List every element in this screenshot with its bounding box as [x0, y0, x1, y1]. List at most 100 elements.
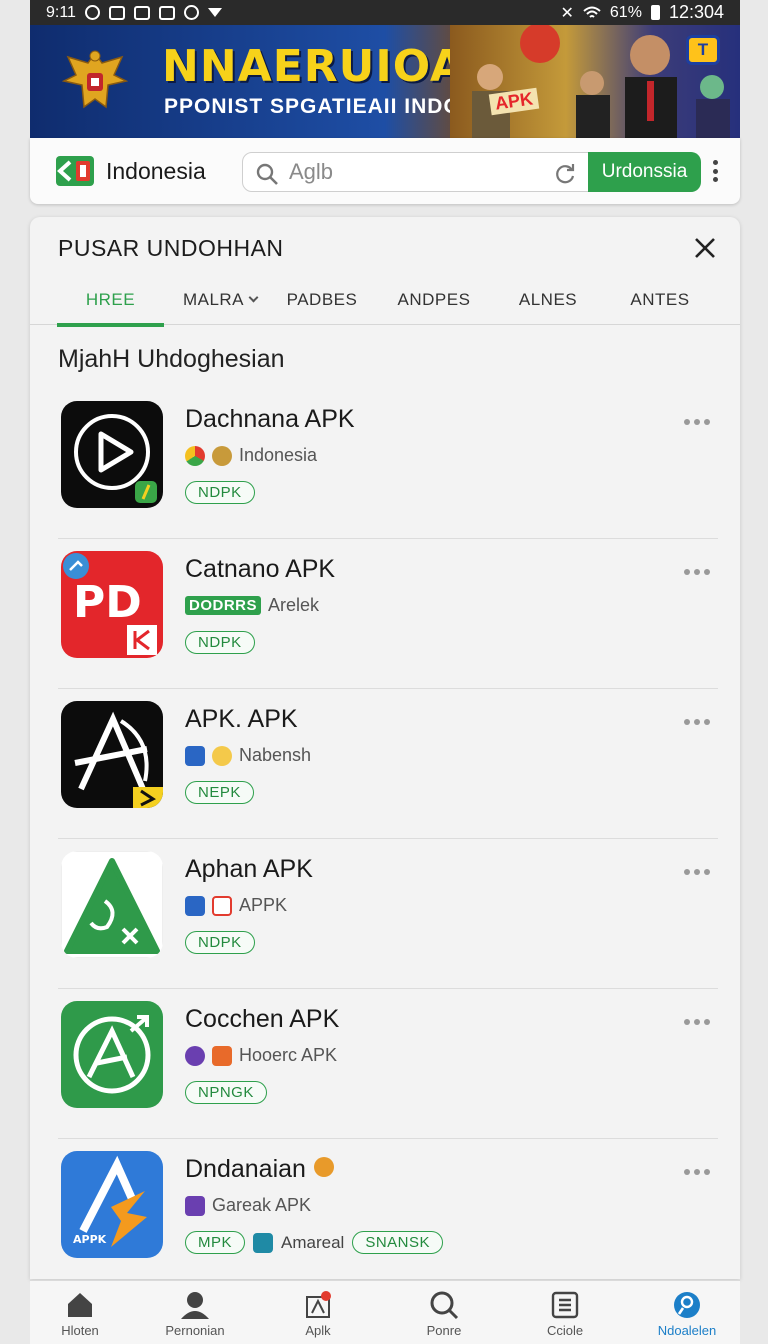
flag-icon — [212, 895, 232, 916]
search-box[interactable]: Urdonssia — [242, 151, 701, 192]
svg-text:PD: PD — [73, 577, 142, 628]
wifi-icon — [583, 6, 601, 18]
status-time: 9:11 — [46, 3, 76, 21]
brand-label: Indonesia — [106, 157, 206, 184]
tab-antes[interactable]: ANTES — [610, 275, 710, 325]
app-name: Dachnana APK — [185, 405, 355, 433]
more-options-icon[interactable] — [710, 160, 720, 182]
nav-search[interactable]: Ponre — [394, 1289, 494, 1344]
tab-label: MALRA — [182, 290, 245, 309]
triangle-app-icon — [61, 851, 163, 958]
nav-label: Pernonian — [165, 1323, 225, 1338]
nav-label: Ponre — [426, 1323, 462, 1338]
battery-icon — [650, 5, 660, 20]
tab-hree[interactable]: HREE — [57, 275, 164, 327]
grid-icon — [551, 1291, 579, 1319]
app-name: APK. APK — [185, 705, 298, 733]
app-meta: Hooerc APK — [185, 1045, 337, 1066]
more-options-icon[interactable] — [684, 569, 710, 575]
nav-person[interactable]: Pernonian — [145, 1289, 245, 1344]
app-name: Catnano APK — [185, 555, 336, 583]
mute-icon: ✕ — [560, 4, 574, 22]
nav-download[interactable]: Ndoalelen — [637, 1289, 737, 1344]
nav-label: Ndoalelen — [657, 1323, 717, 1338]
tab-label: ALNES — [518, 290, 578, 309]
panel-title: PUSAR UNDOHHAN — [58, 235, 284, 261]
more-options-icon[interactable] — [684, 419, 710, 425]
tab-label: ANTES — [630, 290, 690, 309]
app-list: Dachnana APK Indonesia NDPK PD Catnano A… — [30, 389, 740, 1279]
arrow-a-icon — [61, 701, 163, 808]
search-icon — [256, 163, 278, 185]
close-icon[interactable] — [690, 233, 720, 263]
tab-alnes[interactable]: ALNES — [498, 275, 598, 325]
section-title: MjahH Uhdoghesian — [58, 345, 285, 373]
more-options-icon[interactable] — [684, 1169, 710, 1175]
more-options-icon[interactable] — [684, 869, 710, 875]
search-header: Indonesia Urdonssia — [30, 138, 740, 204]
tab-andpes[interactable]: ANDPES — [384, 275, 484, 325]
bolt-a-icon: APPK — [61, 1151, 163, 1258]
dropdown-icon — [207, 8, 222, 17]
category-icon — [185, 1195, 205, 1216]
refresh-icon[interactable] — [553, 162, 577, 186]
nav-home[interactable]: Hloten — [30, 1289, 130, 1344]
category-icon — [185, 1045, 205, 1066]
app-meta: DODRRS Arelek — [185, 595, 319, 616]
search-button[interactable]: Urdonssia — [588, 151, 701, 192]
list-item[interactable]: Aphan APK APPK NDPK — [30, 839, 740, 989]
battery-percent: 61% — [609, 3, 642, 21]
alarm-icon — [84, 5, 100, 20]
app-name: Dndanaian — [185, 1155, 334, 1184]
brand[interactable]: Indonesia — [52, 152, 206, 190]
pdf-icon: PD — [61, 551, 163, 658]
tab-malra[interactable]: MALRA — [170, 275, 270, 325]
category-icon — [185, 445, 205, 466]
app-tag: SNANSK — [352, 1231, 444, 1254]
app-tag: NDPK — [185, 631, 255, 654]
more-options-icon[interactable] — [684, 1019, 710, 1025]
promo-banner[interactable]: NNAERUIOAAN PPONIST SPGATIEAII INDONEL A… — [30, 25, 740, 138]
app-publisher: Hooerc APK — [239, 1045, 338, 1065]
app-meta: Gareak APK — [185, 1195, 311, 1216]
nav-apk[interactable]: Aplk — [268, 1289, 368, 1344]
app-tag: NPNGK — [185, 1081, 267, 1104]
notification-icon — [108, 5, 125, 20]
app-tag: MPK — [185, 1231, 246, 1254]
emoji-icon — [212, 745, 232, 766]
list-item[interactable]: Dachnana APK Indonesia NDPK — [30, 389, 740, 539]
app-publisher: Gareak APK — [212, 1195, 312, 1215]
app-meta: APPK — [185, 895, 287, 916]
app-name-text: Dndanaian — [185, 1155, 306, 1183]
list-item[interactable]: PD Catnano APK DODRRS Arelek NDPK — [30, 539, 740, 689]
tab-padbes[interactable]: PADBES — [272, 275, 372, 325]
apk-icon — [306, 1291, 331, 1318]
more-options-icon[interactable] — [684, 719, 710, 725]
category-icon — [185, 745, 205, 766]
bottom-navigation: Hloten Pernonian Aplk Ponre Cciole Ndoal… — [30, 1280, 740, 1344]
person-icon — [181, 1292, 209, 1319]
badge-icon — [212, 445, 232, 466]
list-item[interactable]: APK. APK Nabensh NEPK — [30, 689, 740, 839]
download-icon — [674, 1292, 700, 1318]
app-tag: NEPK — [185, 781, 254, 804]
app-publisher: Indonesia — [239, 445, 318, 465]
tab-label: HREE — [85, 290, 136, 309]
badge-icon — [212, 1045, 232, 1066]
nav-grid[interactable]: Cciole — [515, 1289, 615, 1344]
play-circle-icon — [61, 401, 163, 508]
app-publisher: Arelek — [268, 595, 320, 615]
list-item[interactable]: APPK Dndanaian Gareak APK MPK Amareal SN… — [30, 1139, 740, 1279]
tab-label: PADBES — [286, 290, 358, 309]
app-extra-text: Amareal — [281, 1232, 345, 1252]
list-item[interactable]: Cocchen APK Hooerc APK NPNGK — [30, 989, 740, 1139]
app-name: Aphan APK — [185, 855, 313, 883]
search-input[interactable] — [289, 157, 539, 187]
app-publisher: APPK — [239, 895, 288, 915]
chevron-down-icon — [248, 292, 259, 303]
lock-icon — [183, 5, 199, 20]
app-tag: NDPK — [185, 481, 255, 504]
nav-label: Cciole — [546, 1323, 584, 1338]
developer-badge: DODRRS — [185, 596, 262, 615]
category-icon — [185, 895, 205, 916]
